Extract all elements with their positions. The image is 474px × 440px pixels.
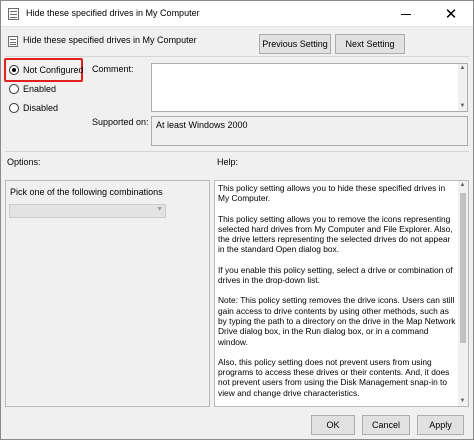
close-button[interactable]: ✕ — [429, 1, 473, 27]
supported-on-value: At least Windows 2000 — [156, 120, 248, 130]
radio-unselected-icon — [9, 103, 19, 113]
comment-field[interactable]: ▲ ▼ — [151, 63, 468, 112]
supported-on-field: At least Windows 2000 — [151, 116, 468, 146]
scroll-up-icon[interactable]: ▲ — [458, 181, 467, 190]
radio-label: Not Configured — [23, 65, 84, 75]
apply-button[interactable]: Apply — [417, 415, 464, 435]
policy-dialog: Hide these specified drives in My Comput… — [0, 0, 474, 440]
help-scrollbar[interactable]: ▲ ▼ — [458, 181, 468, 406]
radio-label: Disabled — [23, 103, 59, 113]
help-paragraph: This policy setting allows you to remove… — [218, 213, 453, 255]
radio-disabled[interactable]: Disabled — [9, 103, 58, 113]
radio-selected-icon — [9, 65, 19, 75]
options-panel: Pick one of the following combinations ▼ — [5, 180, 210, 407]
next-setting-button[interactable]: Next Setting — [335, 34, 405, 54]
supported-on-label: Supported on: — [92, 117, 149, 127]
policy-title: Hide these specified drives in My Comput… — [23, 35, 197, 45]
help-label: Help: — [217, 157, 239, 167]
help-paragraph: If you enable this policy setting, selec… — [218, 264, 453, 286]
help-panel: This policy setting allows you to hide t… — [214, 180, 469, 407]
ok-button[interactable]: OK — [311, 415, 355, 435]
scrollbar-thumb[interactable] — [460, 193, 466, 343]
scroll-up-icon[interactable]: ▲ — [458, 64, 467, 73]
policy-icon — [8, 36, 18, 47]
help-paragraph: This policy setting allows you to hide t… — [218, 183, 446, 204]
radio-label: Enabled — [23, 84, 57, 94]
divider — [5, 56, 469, 57]
drive-combination-select[interactable]: ▼ — [9, 204, 166, 218]
divider — [5, 151, 469, 152]
minimize-button[interactable] — [384, 1, 428, 27]
policy-setting-icon — [8, 8, 19, 20]
cancel-button[interactable]: Cancel — [362, 415, 410, 435]
combo-label: Pick one of the following combinations — [10, 187, 163, 197]
previous-setting-button[interactable]: Previous Setting — [259, 34, 331, 54]
options-label: Options: — [7, 157, 41, 167]
radio-not-configured[interactable]: Not Configured — [9, 65, 84, 75]
minimize-icon — [401, 13, 411, 15]
title-bar[interactable]: Hide these specified drives in My Comput… — [1, 1, 473, 27]
close-icon: ✕ — [444, 5, 458, 23]
comment-scrollbar[interactable]: ▲ ▼ — [458, 64, 467, 111]
help-paragraph: Also, this policy setting does not preve… — [218, 356, 450, 398]
comment-label: Comment: — [92, 64, 134, 74]
scroll-down-icon[interactable]: ▼ — [458, 397, 467, 406]
chevron-down-icon: ▼ — [156, 206, 163, 213]
scroll-down-icon[interactable]: ▼ — [458, 102, 467, 111]
window-title: Hide these specified drives in My Comput… — [26, 8, 200, 18]
help-text: This policy setting allows you to hide t… — [218, 183, 458, 406]
radio-unselected-icon — [9, 84, 19, 94]
radio-enabled[interactable]: Enabled — [9, 84, 56, 94]
help-paragraph: Note: This policy setting removes the dr… — [218, 295, 456, 347]
